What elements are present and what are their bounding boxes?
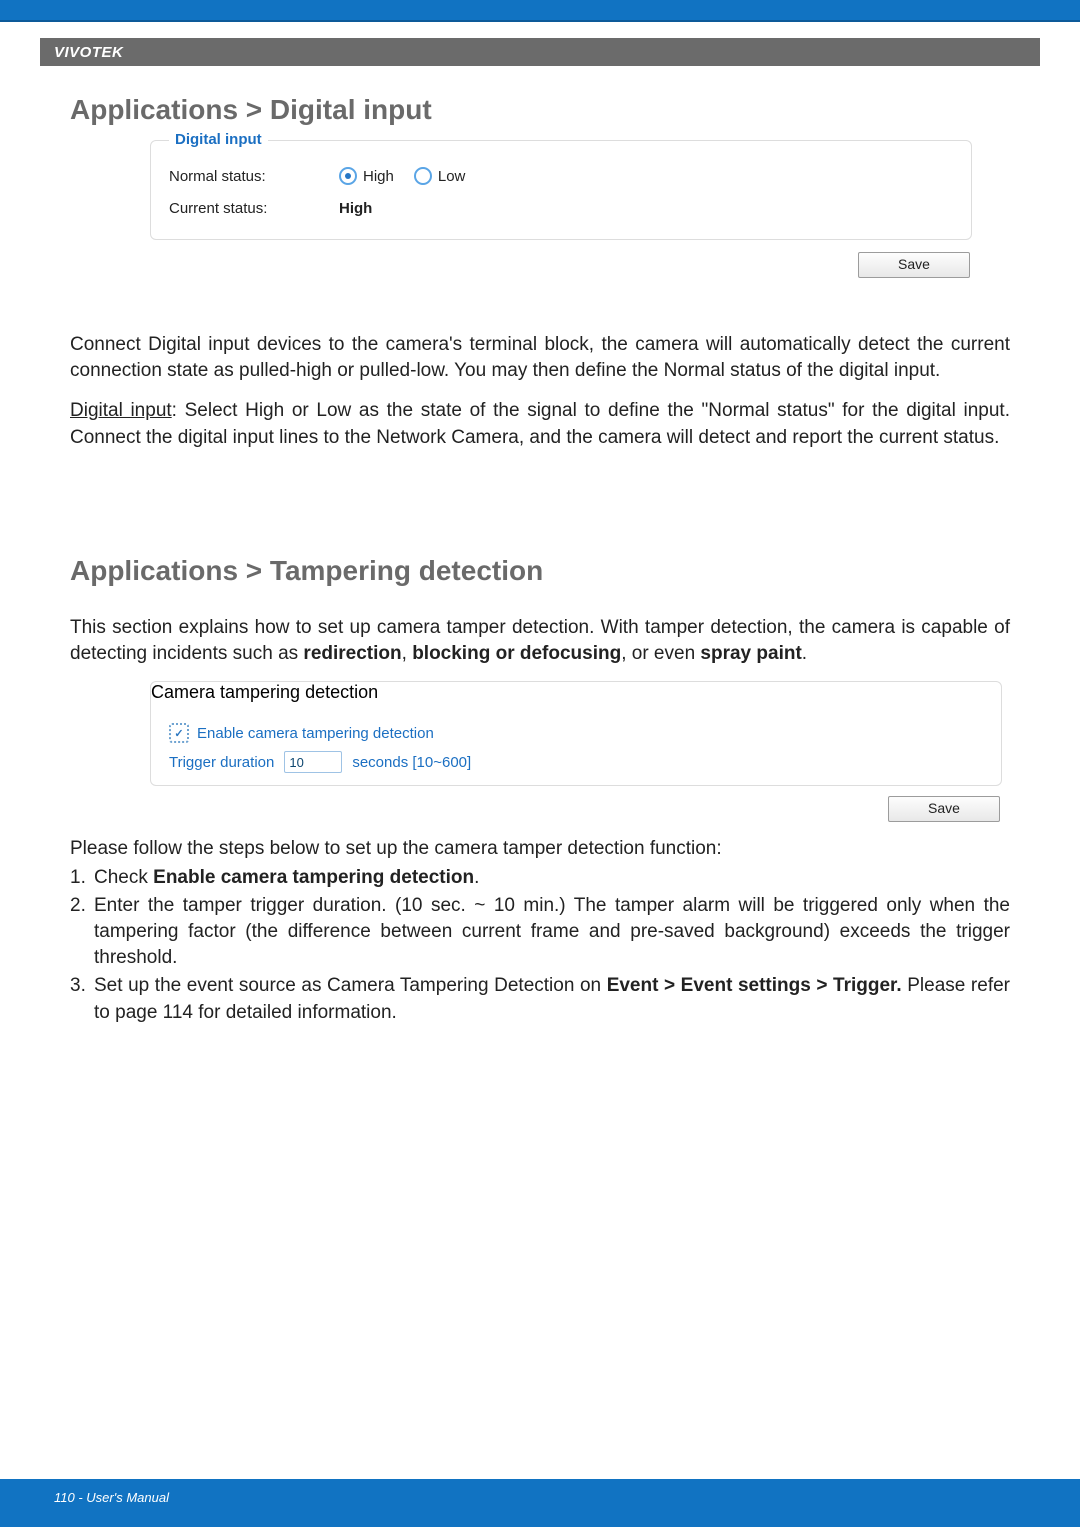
digital-input-save-row: Save bbox=[150, 252, 970, 278]
trigger-duration-units: seconds [10~600] bbox=[352, 754, 471, 771]
spacer bbox=[70, 601, 1010, 615]
enable-tampering-checkbox[interactable] bbox=[169, 723, 189, 743]
step-1-number: 1. bbox=[70, 865, 94, 891]
save-button[interactable]: Save bbox=[888, 796, 1000, 822]
top-accent bbox=[0, 0, 1080, 22]
trigger-duration-row: Trigger duration 10 seconds [10~600] bbox=[169, 751, 983, 773]
radio-low[interactable] bbox=[414, 167, 432, 185]
step-3-a: Set up the event source as Camera Tamper… bbox=[94, 975, 607, 996]
brand-label: VIVOTEK bbox=[54, 44, 123, 61]
step-3-number: 3. bbox=[70, 973, 94, 1025]
digital-input-fieldset: Digital input Normal status: High Low Cu… bbox=[150, 140, 972, 240]
tampering-save-row: Save bbox=[150, 796, 1000, 822]
step-2-text: Enter the tamper trigger duration. (10 s… bbox=[94, 893, 1010, 972]
step-1-a: Check bbox=[94, 867, 153, 888]
current-status-row: Current status: High bbox=[169, 193, 953, 223]
digital-input-paragraph-1: Connect Digital input devices to the cam… bbox=[70, 332, 1010, 384]
trigger-duration-label: Trigger duration bbox=[169, 754, 274, 771]
step-1-c: . bbox=[474, 867, 479, 888]
spacer bbox=[70, 822, 1010, 836]
footer-band: 110 - User's Manual bbox=[0, 1479, 1080, 1527]
tampering-paragraph-1: This section explains how to set up came… bbox=[70, 615, 1010, 667]
page-content: Applications > Digital input Digital inp… bbox=[70, 94, 1010, 1028]
page: VIVOTEK Applications > Digital input Dig… bbox=[0, 0, 1080, 1527]
tampering-p1-bold1: redirection bbox=[303, 643, 401, 664]
radio-low-label: Low bbox=[438, 168, 466, 185]
current-status-label: Current status: bbox=[169, 200, 339, 217]
step-2: 2. Enter the tamper trigger duration. (1… bbox=[70, 893, 1010, 972]
radio-high-label: High bbox=[363, 168, 394, 185]
enable-tampering-row: Enable camera tampering detection bbox=[169, 723, 983, 743]
digital-input-body: Normal status: High Low Current status: … bbox=[151, 141, 971, 239]
section-heading-digital-input: Applications > Digital input bbox=[70, 94, 1010, 126]
save-button[interactable]: Save bbox=[858, 252, 970, 278]
step-1: 1. Check Enable camera tampering detecti… bbox=[70, 865, 1010, 891]
step-3-text: Set up the event source as Camera Tamper… bbox=[94, 973, 1010, 1025]
spacer bbox=[70, 465, 1010, 555]
normal-status-label: Normal status: bbox=[169, 168, 339, 185]
doc-header: VIVOTEK bbox=[40, 38, 1040, 66]
step-1-b: Enable camera tampering detection bbox=[153, 867, 474, 888]
trigger-duration-input[interactable]: 10 bbox=[284, 751, 342, 773]
tampering-p1-bold3: spray paint bbox=[700, 643, 801, 664]
section-heading-tampering: Applications > Tampering detection bbox=[70, 555, 1010, 587]
tampering-p1-mid: , bbox=[402, 643, 413, 664]
spacer bbox=[70, 278, 1010, 332]
digital-input-term: Digital input bbox=[70, 400, 172, 421]
current-status-value: High bbox=[339, 200, 372, 217]
radio-high[interactable] bbox=[339, 167, 357, 185]
footer-text: 110 - User's Manual bbox=[54, 1490, 169, 1505]
normal-status-radio-group: High Low bbox=[339, 167, 465, 185]
tampering-legend: Camera tampering detection bbox=[151, 682, 1001, 703]
tampering-body: Enable camera tampering detection Trigge… bbox=[151, 703, 1001, 785]
normal-status-row: Normal status: High Low bbox=[169, 161, 953, 191]
tampering-p1-bold2: blocking or defocusing bbox=[412, 643, 621, 664]
digital-input-paragraph-2-tail: : Select High or Low as the state of the… bbox=[70, 400, 1010, 447]
tampering-p1-end: . bbox=[802, 643, 807, 664]
tampering-p1-after: , or even bbox=[621, 643, 700, 664]
step-2-number: 2. bbox=[70, 893, 94, 972]
digital-input-paragraph-2: Digital input: Select High or Low as the… bbox=[70, 398, 1010, 450]
step-3: 3. Set up the event source as Camera Tam… bbox=[70, 973, 1010, 1025]
steps-intro: Please follow the steps below to set up … bbox=[70, 836, 1010, 862]
steps-list: 1. Check Enable camera tampering detecti… bbox=[70, 865, 1010, 1026]
step-3-b: Event > Event settings > Trigger. bbox=[607, 975, 902, 996]
digital-input-legend: Digital input bbox=[169, 131, 268, 148]
enable-tampering-label: Enable camera tampering detection bbox=[197, 725, 434, 742]
step-1-text: Check Enable camera tampering detection. bbox=[94, 865, 1010, 891]
tampering-fieldset: Camera tampering detection Enable camera… bbox=[150, 681, 1002, 786]
